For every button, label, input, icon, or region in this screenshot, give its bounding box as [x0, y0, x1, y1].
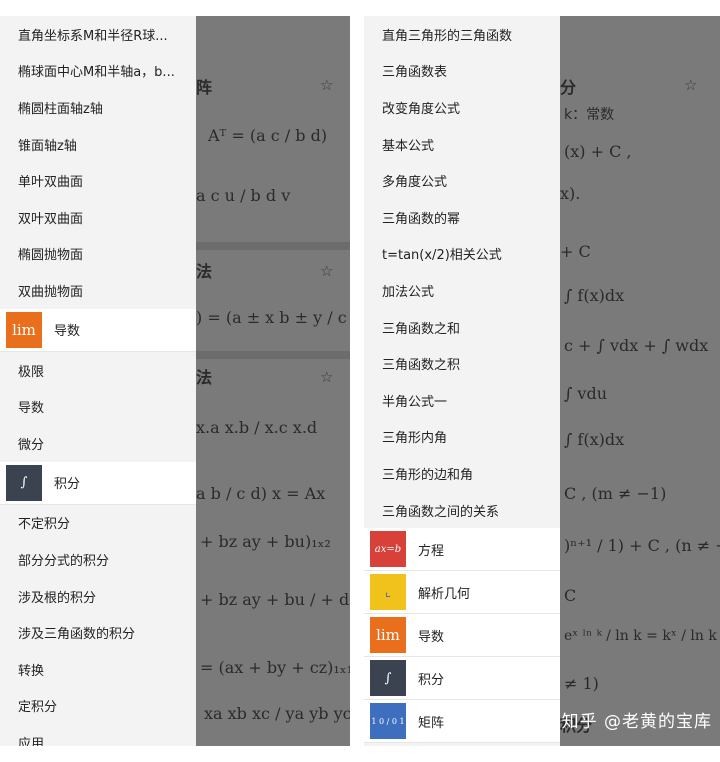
menu-item[interactable]: 改变角度公式 [364, 89, 560, 126]
menu-item[interactable]: 椭圆柱面轴z轴 [0, 89, 196, 126]
menu-item[interactable]: 锥面轴z轴 [0, 126, 196, 163]
menu-item[interactable]: 双曲抛物面 [0, 272, 196, 309]
formula: C , (m ≠ −1) [564, 484, 667, 503]
analytic-geometry-icon: ⌞ [370, 574, 406, 611]
matrix-icon: 1 0 / 0 1 [370, 703, 406, 740]
category-label: 矩阵 [418, 715, 445, 731]
menu-item[interactable]: 双叶双曲面 [0, 199, 196, 236]
divider [196, 351, 350, 359]
menu-item[interactable]: 转换 [0, 651, 196, 688]
menu-item[interactable]: 直角三角形的三角函数 [364, 16, 560, 53]
lim-icon: lim [6, 311, 42, 348]
category-equation[interactable]: ax=b 方程 [364, 528, 560, 572]
menu-item[interactable]: 微分 [0, 425, 196, 462]
category-integral[interactable]: ∫ 积分 [364, 657, 560, 701]
favorite-star-icon[interactable]: ☆ [320, 262, 333, 280]
category-matrix[interactable]: 1 0 / 0 1 矩阵 [364, 700, 560, 744]
equation-icon: ax=b [370, 531, 406, 568]
menu-item[interactable]: 涉及三角函数的积分 [0, 614, 196, 651]
category-lim[interactable]: lim 导数 [364, 614, 560, 658]
category-label: 方程 [418, 543, 445, 559]
divider [196, 242, 350, 250]
constant-note: k：常数 [564, 107, 615, 123]
category-label: 解析几何 [418, 586, 471, 602]
navigation-drawer: 直角三角形的三角函数 三角函数表 改变角度公式 基本公式 多角度公式 三角函数的幂 t=ta… [364, 16, 560, 746]
watermark: 知乎 @老黄的宝库 [561, 712, 712, 732]
formula: + bz ay + bu / + dz cy + du [200, 590, 350, 609]
menu-item[interactable]: 三角形内角 [364, 419, 560, 456]
menu-item[interactable]: 椭球面中心M和半轴a，b... [0, 53, 196, 90]
menu-item[interactable]: 导数 [0, 388, 196, 425]
right-background-content: 分 ☆ k：常数 (x) + C , x). + C ∫ f(x)dx c + … [560, 16, 720, 746]
formula: = (ax + by + cz)₁ₓ₁ [200, 658, 350, 677]
menu-item[interactable]: 三角函数之和 [364, 309, 560, 346]
section-heading: 法 [196, 368, 213, 387]
formula: + C [560, 242, 591, 261]
menu-item[interactable]: 涉及根的积分 [0, 578, 196, 615]
menu-item[interactable]: 三角函数之间的关系 [364, 492, 560, 529]
favorite-star-icon[interactable]: ☆ [684, 76, 697, 94]
category-integral[interactable]: ∫ 积分 [0, 461, 196, 505]
formula: ≠ 1) [564, 674, 599, 693]
menu-item[interactable]: 三角函数表 [364, 53, 560, 90]
menu-item[interactable]: 基本公式 [364, 126, 560, 163]
left-background-content: 阵 ☆ Aᵀ = (a c / b d) a c u / b d v 法 ☆ )… [196, 16, 350, 746]
menu-item[interactable]: 加法公式 [364, 272, 560, 309]
menu-item[interactable]: 三角形的边和角 [364, 455, 560, 492]
formula: eˣ ˡⁿ ᵏ / ln k = kˣ / ln k , [564, 628, 720, 644]
formula: (x) + C , [564, 142, 632, 161]
section-heading: 法 [196, 262, 213, 281]
menu-item[interactable]: 单叶双曲面 [0, 162, 196, 199]
formula: a b / c d) x = Ax [196, 484, 326, 503]
category-label: 导数 [418, 629, 445, 645]
menu-item[interactable]: 直角坐标系M和半径R球... [0, 16, 196, 53]
integral-icon: ∫ [370, 660, 406, 697]
formula: ∫ vdu [564, 384, 608, 403]
menu-item[interactable]: 部分分式的积分 [0, 541, 196, 578]
section-heading: 阵 [196, 78, 213, 97]
menu-item[interactable]: 椭圆抛物面 [0, 236, 196, 273]
formula: + bz ay + bu)₁ₓ₂ [200, 532, 331, 551]
category-analytic-geometry[interactable]: ⌞ 解析几何 [364, 571, 560, 615]
formula: c + ∫ vdx + ∫ wdx [564, 336, 709, 355]
formula: xa xb xc / ya yb yc [204, 704, 350, 723]
left-screen: 阵 ☆ Aᵀ = (a c / b d) a c u / b d v 法 ☆ )… [0, 16, 350, 746]
menu-item[interactable]: 三角函数的幂 [364, 199, 560, 236]
formula: ) = (a ± x b ± y / c ± z d ± u) [196, 308, 350, 327]
formula: C [564, 586, 577, 605]
favorite-star-icon[interactable]: ☆ [320, 368, 333, 386]
formula: x.a x.b / x.c x.d [196, 418, 318, 437]
integral-icon: ∫ [6, 464, 42, 501]
menu-item[interactable]: 定积分 [0, 688, 196, 725]
menu-item[interactable]: 三角函数之积 [364, 345, 560, 382]
formula: Aᵀ = (a c / b d) [208, 126, 328, 145]
formula: )ⁿ⁺¹ / 1) + C , (n ≠ −1) [564, 536, 720, 555]
lim-icon: lim [370, 617, 406, 654]
section-heading: 分 [560, 78, 577, 97]
menu-item[interactable]: 多角度公式 [364, 162, 560, 199]
category-label: 积分 [418, 672, 445, 688]
right-screen: 分 ☆ k：常数 (x) + C , x). + C ∫ f(x)dx c + … [364, 16, 720, 746]
menu-item[interactable]: t=tan(x/2)相关公式 [364, 236, 560, 273]
menu-item[interactable]: 极限 [0, 352, 196, 389]
formula: ∫ f(x)dx [564, 430, 625, 449]
menu-item[interactable]: 半角公式一 [364, 382, 560, 419]
formula: ∫ f(x)dx [564, 286, 625, 305]
menu-item[interactable]: 不定积分 [0, 505, 196, 542]
category-lim[interactable]: lim 导数 [0, 308, 196, 352]
favorite-star-icon[interactable]: ☆ [320, 76, 333, 94]
navigation-drawer: 直角坐标系M和半径R球... 椭球面中心M和半轴a，b... 椭圆柱面轴z轴 锥面轴z… [0, 16, 196, 746]
screenshot-composite: 阵 ☆ Aᵀ = (a c / b d) a c u / b d v 法 ☆ )… [0, 0, 720, 762]
formula: a c u / b d v [196, 186, 291, 205]
category-label: 积分 [54, 477, 81, 493]
menu-item[interactable]: 应用 [0, 724, 196, 746]
formula: x). [560, 184, 581, 203]
category-label: 导数 [54, 324, 81, 340]
